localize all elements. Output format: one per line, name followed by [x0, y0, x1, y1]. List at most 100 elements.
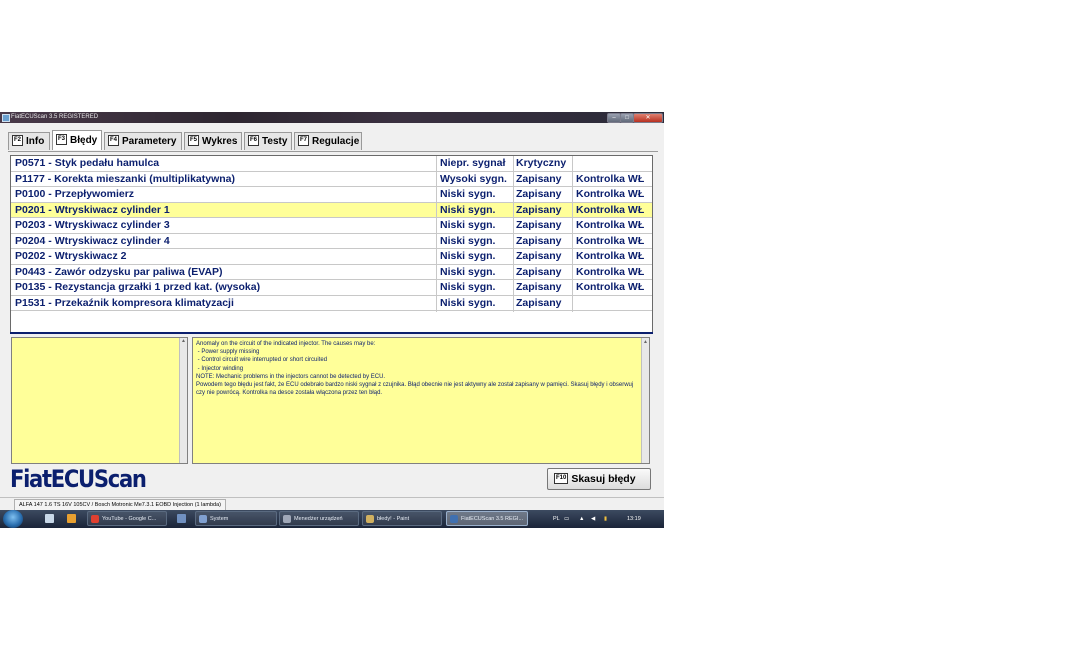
show-desktop-icon[interactable] [45, 514, 54, 523]
description-pane: Anomaly on the circuit of the indicated … [192, 337, 650, 464]
error-signal: Niski sygn. [440, 203, 496, 216]
error-code: P1177 - Korekta mieszanki (multiplikatyw… [15, 172, 235, 185]
taskbar-item-label: YouTube - Google C... [102, 516, 157, 522]
error-status: Zapisany [516, 234, 562, 247]
network-icon[interactable]: ▮ [604, 510, 607, 528]
error-status: Zapisany [516, 219, 562, 231]
table-row[interactable]: P1531 - Przekaźnik kompresora klimatyzac… [11, 296, 652, 311]
taskbar-item-system[interactable]: System [195, 511, 277, 526]
column-divider [436, 156, 437, 312]
error-table: P0571 - Styk pedału hamulca Niepr. sygna… [10, 155, 653, 333]
table-row[interactable]: P0443 - Zawór odzysku par paliwa (EVAP) … [11, 265, 652, 280]
table-row[interactable]: P0202 - Wtryskiwacz 2 Niski sygn. Zapisa… [11, 249, 652, 265]
table-row[interactable]: P0135 - Rezystancja grzałki 1 przed kat.… [11, 280, 652, 296]
error-code: P0571 - Styk pedału hamulca [15, 157, 160, 169]
tab-testy[interactable]: F6 Testy [244, 132, 292, 150]
error-status: Zapisany [516, 296, 562, 309]
table-row[interactable]: P1177 - Korekta mieszanki (multiplikatyw… [11, 172, 652, 187]
chrome-icon [91, 515, 99, 523]
scroll-up-arrow-icon[interactable]: ▲ [180, 338, 187, 344]
tab-regulacje[interactable]: F7 Regulacje [294, 132, 362, 150]
description-line: - Injector winding [196, 365, 244, 372]
title-bar: FiatECUScan 3.5 REGISTERED – □ ✕ [0, 112, 664, 123]
error-code: P0100 - Przepływomierz [15, 188, 135, 200]
description-line: - Control circuit wire interrupted or sh… [196, 357, 328, 364]
tab-bledy[interactable]: F3 Błędy [52, 130, 102, 150]
fiatecuscan-icon [450, 515, 458, 523]
left-info-pane: ▲ [11, 337, 188, 464]
error-signal: Niski sygn. [440, 219, 496, 231]
error-signal: Wysoki sygn. [440, 172, 507, 185]
table-bottom-border [10, 332, 653, 334]
error-lamp: Kontrolka WŁ [576, 250, 645, 262]
taskbar-item-fiatecuscan[interactable]: FiatECUScan 3.5 REGI... [446, 511, 528, 526]
description-scrollbar[interactable]: ▲ [641, 338, 649, 463]
error-lamp: Kontrolka WŁ [576, 172, 645, 185]
system-icon [199, 515, 207, 523]
error-lamp [576, 156, 652, 171]
paint-icon [366, 515, 374, 523]
left-pane-scrollbar[interactable]: ▲ [179, 338, 187, 463]
tab-info[interactable]: F2 Info [8, 132, 50, 150]
taskbar-item-youtube[interactable]: YouTube - Google C... [87, 511, 167, 526]
error-status: Zapisany [516, 172, 562, 185]
error-signal: Niski sygn. [440, 188, 496, 200]
description-line: - Power supply missing [196, 349, 260, 356]
taskbar-item-paint[interactable]: błedy! - Paint [362, 511, 442, 526]
tab-label: Parametery [122, 136, 177, 147]
tab-label: Wykres [202, 136, 238, 147]
tab-label: Regulacje [312, 136, 360, 147]
device-manager-icon [283, 515, 291, 523]
tab-label: Testy [262, 136, 288, 147]
error-code: P1531 - Przekaźnik kompresora klimatyzac… [15, 296, 234, 309]
table-row[interactable]: P0203 - Wtryskiwacz cylinder 3 Niski syg… [11, 218, 652, 234]
error-code: P0202 - Wtryskiwacz 2 [15, 250, 127, 262]
media-player-icon[interactable] [67, 514, 76, 523]
taskbar-item-label: Menedżer urządzeń [294, 516, 343, 522]
error-code: P0135 - Rezystancja grzałki 1 przed kat.… [15, 281, 261, 293]
close-button[interactable]: ✕ [633, 113, 663, 123]
tab-key: F2 [12, 134, 24, 146]
button-label: Skasuj błędy [571, 473, 636, 485]
maximize-button[interactable]: □ [620, 113, 634, 123]
error-lamp: Kontrolka WŁ [576, 203, 645, 216]
minimize-button[interactable]: – [607, 113, 621, 123]
table-row-selected[interactable]: P0201 - Wtryskiwacz cylinder 1 Niski syg… [11, 202, 652, 218]
clock[interactable]: 13:19 [627, 510, 641, 528]
volume-icon[interactable]: ◀ [591, 510, 595, 528]
tray-expand-icon[interactable]: ▲ [579, 510, 584, 528]
column-divider [513, 156, 514, 312]
table-row[interactable]: P0571 - Styk pedału hamulca Niepr. sygna… [11, 156, 652, 172]
keyboard-icon[interactable]: ▭ [564, 510, 569, 528]
fiatecuscan-logo: FiatECUScan [10, 465, 147, 493]
error-code: P0204 - Wtryskiwacz cylinder 4 [15, 234, 170, 247]
tab-label: Błędy [70, 135, 98, 146]
taskbar-item-label: FiatECUScan 3.5 REGI... [461, 516, 524, 522]
table-row[interactable]: P0204 - Wtryskiwacz cylinder 4 Niski syg… [11, 234, 652, 249]
tab-label: Info [26, 136, 45, 147]
start-button[interactable] [3, 510, 23, 528]
tab-panel-border [8, 151, 658, 152]
error-lamp [576, 296, 652, 311]
table-row[interactable]: P0100 - Przepływomierz Niski sygn. Zapis… [11, 187, 652, 203]
description-line: Anomaly on the circuit of the indicated … [196, 341, 376, 347]
clear-errors-button[interactable]: F10 Skasuj błędy [547, 468, 651, 490]
taskbar-item-label: System [210, 516, 229, 522]
error-code: P0201 - Wtryskiwacz cylinder 1 [15, 203, 170, 216]
tab-key: F5 [188, 134, 200, 146]
tab-parametery[interactable]: F4 Parametery [104, 132, 182, 150]
description-line: Powodem tego błędu jest fakt, że ECU ode… [196, 382, 635, 397]
column-divider [572, 156, 573, 312]
error-signal: Niepr. sygnał [440, 157, 506, 169]
error-code: P0203 - Wtryskiwacz cylinder 3 [15, 219, 170, 231]
folder-icon[interactable] [177, 514, 186, 523]
tab-key: F3 [56, 133, 68, 145]
scroll-up-arrow-icon[interactable]: ▲ [642, 338, 649, 346]
tab-key: F7 [298, 134, 310, 146]
error-status: Krytyczny [516, 157, 567, 169]
taskbar-item-device-manager[interactable]: Menedżer urządzeń [279, 511, 359, 526]
error-lamp: Kontrolka WŁ [576, 219, 645, 231]
button-key: F10 [554, 472, 569, 484]
language-indicator[interactable]: PL [553, 510, 560, 528]
tab-wykres[interactable]: F5 Wykres [184, 132, 242, 150]
